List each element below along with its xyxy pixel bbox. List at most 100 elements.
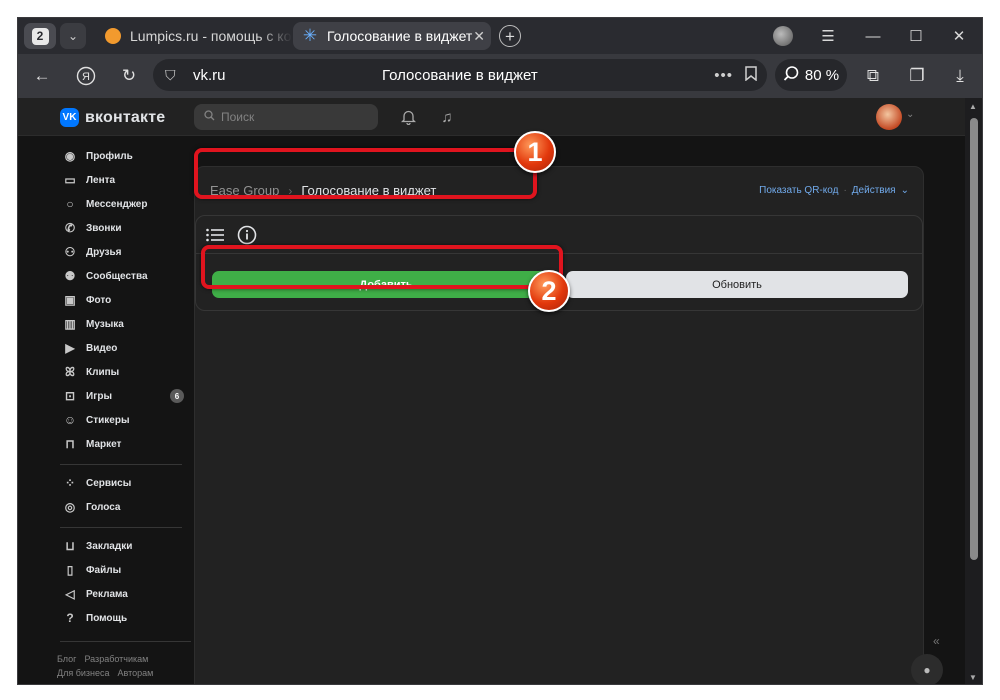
- sidebar-item-label: Профиль: [86, 150, 133, 162]
- reload-icon[interactable]: ↻: [115, 62, 143, 90]
- sidebar-item-friends[interactable]: ⚇ Друзья: [60, 242, 184, 262]
- sidebar-divider: [60, 464, 182, 465]
- highlight-add-button: [201, 245, 563, 289]
- sidebar-item-services[interactable]: ⁘ Сервисы: [60, 473, 184, 493]
- browser-window: 2 ⌄ Lumpics.ru - помощь с ком ✳ Голосова…: [17, 17, 983, 685]
- bookmark-icon: ⊔: [65, 539, 75, 553]
- extensions-icon[interactable]: ⧉: [859, 62, 887, 90]
- footer-links: Для бизнеса Авторам: [57, 668, 153, 678]
- sidebar-item-clips[interactable]: ꕤ Клипы: [60, 362, 184, 382]
- sidebar-item-help[interactable]: ? Помощь: [60, 608, 184, 628]
- scroll-up-arrow-icon[interactable]: ▲: [969, 102, 977, 111]
- bell-icon[interactable]: [398, 107, 418, 127]
- sidebar-item-label: Реклама: [86, 588, 128, 600]
- browser-toolbar: ← Я ↻ ⛉ vk.ru Голосование в виджет ••• 8…: [18, 54, 982, 98]
- sidebar-item-votes[interactable]: ◎ Голоса: [60, 497, 184, 517]
- sidebar-item-photos[interactable]: ▣ Фото: [60, 290, 184, 310]
- chevron-down-icon[interactable]: ⌄: [901, 185, 909, 196]
- step-marker-2: 2: [528, 270, 570, 312]
- sidebar-item-files[interactable]: ▯ Файлы: [60, 560, 184, 580]
- sidebar-item-stickers[interactable]: ☺ Стикеры: [60, 410, 184, 430]
- sidebar-item-label: Сервисы: [86, 477, 132, 489]
- sidebar-item-games[interactable]: ⊡ Игры 6: [60, 386, 184, 406]
- footer-link-business[interactable]: Для бизнеса: [57, 668, 110, 678]
- header-actions: Показать QR-код · Действия ⌄: [759, 185, 909, 196]
- show-qr-link[interactable]: Показать QR-код: [759, 185, 838, 196]
- close-window-icon[interactable]: ✕: [947, 24, 971, 48]
- scrollbar-thumb[interactable]: [970, 118, 978, 560]
- vk-logo[interactable]: VK вконтакте: [60, 108, 165, 127]
- question-circle-icon: ?: [66, 611, 74, 625]
- vk-sidebar: ◉ Профиль ▭ Лента ○ Мессенджер ✆ Звонки ⚇ Дру…: [57, 136, 200, 684]
- sidebar-item-bookmarks[interactable]: ⊔ Закладки: [60, 536, 184, 556]
- sidebar-item-communities[interactable]: ⚉ Сообщества: [60, 266, 184, 286]
- step-marker-1: 1: [514, 131, 556, 173]
- vk-header: VK вконтакте Поиск ♫ ⌄: [18, 98, 967, 136]
- feed-icon: ▭: [64, 173, 76, 187]
- sidebar-item-label: Стикеры: [86, 414, 130, 426]
- sidebar-item-label: Маркет: [86, 438, 122, 450]
- zoom-magnifier-icon: [783, 65, 800, 86]
- user-avatar[interactable]: [876, 104, 902, 130]
- collections-icon[interactable]: ❐: [903, 62, 931, 90]
- chevron-down-icon[interactable]: ⌄: [906, 109, 914, 120]
- sidebar-divider: [60, 641, 191, 642]
- phone-icon: ✆: [64, 221, 76, 235]
- sidebar-item-label: Мессенджер: [86, 198, 148, 210]
- yandex-icon[interactable]: Я: [72, 62, 100, 90]
- highlight-breadcrumb: [194, 148, 537, 199]
- actions-menu[interactable]: Действия: [852, 185, 896, 196]
- sidebar-item-label: Файлы: [86, 564, 122, 576]
- footer-links: Блог Разработчикам: [57, 654, 148, 664]
- hamburger-menu-icon[interactable]: ☰: [816, 24, 840, 48]
- sidebar-item-label: Друзья: [86, 246, 122, 258]
- browser-profile-avatar[interactable]: [773, 26, 793, 46]
- profile-icon: ◉: [64, 149, 76, 163]
- refresh-button[interactable]: Обновить: [566, 271, 908, 298]
- zoom-value: 80 %: [804, 66, 840, 84]
- sidebar-item-label: Клипы: [86, 366, 120, 378]
- close-tab-icon[interactable]: ✕: [473, 28, 485, 45]
- back-arrow-icon[interactable]: ←: [28, 62, 56, 90]
- footer-link-blog[interactable]: Блог: [57, 654, 76, 664]
- collapse-chevrons-icon[interactable]: «: [933, 634, 940, 648]
- sidebar-item-video[interactable]: ▶ Видео: [60, 338, 184, 358]
- minimize-icon[interactable]: —: [861, 24, 885, 48]
- tab-list-chevron-icon[interactable]: ⌄: [60, 23, 86, 49]
- sidebar-item-music[interactable]: ▥ Музыка: [60, 314, 184, 334]
- bookmark-icon[interactable]: [745, 65, 757, 85]
- sidebar-item-profile[interactable]: ◉ Профиль: [60, 146, 184, 166]
- address-bar[interactable]: ⛉ vk.ru Голосование в виджет •••: [153, 59, 767, 91]
- clips-icon: ꕤ: [65, 364, 75, 379]
- sidebar-item-feed[interactable]: ▭ Лента: [60, 170, 184, 190]
- search-icon: [204, 110, 215, 124]
- sidebar-item-label: Закладки: [86, 540, 133, 552]
- zoom-indicator[interactable]: 80 %: [775, 59, 847, 91]
- sidebar-item-ads[interactable]: ◁ Реклама: [60, 584, 184, 604]
- chat-bubble-icon[interactable]: ●: [911, 654, 943, 684]
- more-dots-icon[interactable]: •••: [714, 67, 733, 84]
- scroll-down-arrow-icon[interactable]: ▼: [969, 673, 977, 682]
- tab-count: 2: [31, 27, 49, 45]
- footer-link-developers[interactable]: Разработчикам: [84, 654, 148, 664]
- games-badge: 6: [170, 389, 184, 403]
- vk-search-input[interactable]: Поиск: [194, 104, 378, 130]
- footer-link-authors[interactable]: Авторам: [118, 668, 154, 678]
- tab-count-button[interactable]: 2: [24, 23, 56, 49]
- music-icon[interactable]: ♫: [437, 107, 457, 127]
- download-icon[interactable]: ⤓: [946, 62, 974, 90]
- tab-active-poll-widget[interactable]: ✳ Голосование в виджет ✕: [293, 22, 491, 50]
- lumpics-favicon-icon: [104, 27, 122, 45]
- tab-title: Lumpics.ru - помощь с ком: [130, 28, 292, 44]
- svg-text:Я: Я: [82, 71, 90, 83]
- maximize-icon[interactable]: ☐: [904, 24, 928, 48]
- sidebar-item-messenger[interactable]: ○ Мессенджер: [60, 194, 184, 214]
- sidebar-item-market[interactable]: ⊓ Маркет: [60, 434, 184, 454]
- shopping-bag-icon: ⊓: [65, 437, 75, 451]
- tab-lumpics[interactable]: Lumpics.ru - помощь с ком: [96, 22, 292, 50]
- new-tab-button[interactable]: +: [499, 25, 521, 47]
- sidebar-item-label: Фото: [86, 294, 112, 306]
- page-scrollbar[interactable]: ▲ ▼: [965, 98, 982, 684]
- sidebar-item-calls[interactable]: ✆ Звонки: [60, 218, 184, 238]
- shield-icon: ⛉: [165, 66, 176, 83]
